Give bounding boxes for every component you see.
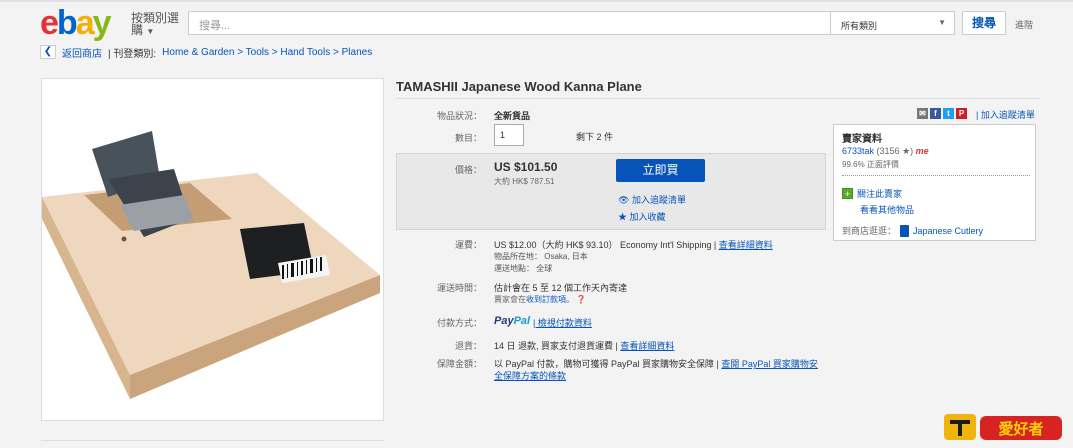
quantity-input[interactable]: 1 [494,124,524,146]
email-share-icon[interactable]: ✉ [917,108,928,119]
payment-details-link[interactable]: | 檢視付款資料 [533,316,592,329]
logo-e: e [40,4,59,42]
search-button[interactable]: 搜尋 [962,11,1006,35]
paypal-pal: Pal [513,315,531,327]
ebay-logo[interactable]: ebay [40,4,112,42]
shop-by-category-button[interactable]: 按類別選購 ▼ [131,12,179,38]
store-label: 到商店逛逛： [842,226,897,236]
delivery-note: 賣家會在收到訂款項。 ❓ [494,294,586,305]
condition-label: 物品狀況： [436,111,482,121]
guarantee-label: 保障金額： [436,359,482,369]
delivery-note-c: 。 ❓ [566,295,587,304]
add-to-watchlist-link-top[interactable]: | 加入追蹤清單 [976,108,1035,121]
shipping-text: US $12.00（大約 HK$ 93.10） Economy Int'l Sh… [494,240,717,250]
shop-by-label: 按類別選購 [131,11,180,37]
paypal-logo: PayPal [494,315,530,327]
returns-text: 14 日 退款, 買家支付退貨運費 | [494,341,618,351]
watermark-graphic: 愛好者 [944,414,1062,440]
logo-b: b [56,4,78,42]
title-divider [396,98,1040,99]
payment-received-link[interactable]: 收到訂款項 [526,295,566,304]
eye-icon: 👁 [618,195,630,205]
seller-name[interactable]: 6733tak (3156 ★) me [842,146,929,157]
search-input[interactable]: 搜尋... [188,11,831,35]
follow-label: 關注此賣家 [857,189,903,199]
seller-name-text: 6733tak [842,146,875,156]
star-icon: ★ [618,212,628,222]
feedback-count: (3156 ★) [876,146,914,156]
watermark-logo: 愛好者 [942,410,1064,444]
facebook-share-icon[interactable]: f [930,108,941,119]
dropdown-arrow-icon: ▼ [938,18,946,27]
add-to-watchlist-link[interactable]: 👁 加入追蹤清單 [618,193,686,206]
add-to-collection-link[interactable]: ★ 加入收藏 [618,210,666,223]
paypal-pay: Pay [494,315,514,327]
guarantee-text: 以 PayPal 付款，購物可獲得 PayPal 買家購物安全保障 | [494,359,719,369]
caret-down-icon: ▼ [146,27,155,36]
ships-to: 運送地點： 全球 [494,264,553,273]
payment-label: 付款方式： [436,318,482,328]
listed-in-label: | 刊登類別: [108,48,157,60]
follow-seller-link[interactable]: + 關注此賣家 [842,187,902,200]
twitter-share-icon[interactable]: t [943,108,954,119]
logo-a: a [75,4,95,42]
product-image[interactable] [41,78,384,421]
guarantee-terms-link-2[interactable]: 全保障方案的條款 [494,369,566,382]
price-label: 價格： [454,165,482,175]
category-path-link[interactable]: Home & Garden > Tools > Hand Tools > Pla… [162,47,372,58]
delivery-value: 估計會在 5 至 12 個工作天內寄達 [494,283,628,293]
store-link[interactable]: Japanese Cutlery [913,226,983,236]
header-bar: ebay 按類別選購 ▼ 搜尋... 所有類別 ▼ 搜尋 進階 [0,0,1073,40]
add-collection-label: 加入收藏 [629,212,666,222]
returns-label: 退貨： [454,341,482,351]
quantity-left: 剩下 2 件 [576,132,614,142]
shipping-value: US $12.00（大約 HK$ 93.10） Economy Int'l Sh… [494,238,773,251]
kanna-plane-image [42,131,380,399]
ebay-item-page: ebay 按類別選購 ▼ 搜尋... 所有類別 ▼ 搜尋 進階 ❮ 返回商店 | … [0,0,1073,448]
seller-info-box: 賣家資料 6733tak (3156 ★) me 99.6% 正面評價 + 關注此… [833,124,1036,241]
seller-divider [842,175,1030,176]
store-icon [900,224,910,237]
returns-details-link[interactable]: 查看詳細資料 [620,341,674,351]
guarantee-terms-link[interactable]: 查閱 PayPal 買家購物安 [721,359,818,369]
shipping-label: 運費： [454,240,482,250]
price-value: US $101.50 [494,160,558,174]
item-location: 物品所在地： Osaka, 日本 [494,252,588,261]
returns-value: 14 日 退款, 買家支付退貨運費 | 查看詳細資料 [494,339,674,352]
plus-icon: + [842,188,853,199]
buy-now-button[interactable]: 立即買 [616,159,705,182]
delivery-note-a: 賣家會在 [494,295,526,304]
quantity-label: 數目： [454,133,482,143]
shipping-details-link[interactable]: 查看詳細資料 [719,240,773,250]
see-other-items-link[interactable]: 看看其他物品 [860,203,914,216]
pinterest-share-icon[interactable]: P [956,108,967,119]
logo-y: y [92,4,112,42]
item-title: TAMASHII Japanese Wood Kanna Plane [396,79,642,94]
positive-feedback: 99.6% 正面評價 [842,160,899,169]
delivery-label: 運送時間： [436,283,482,293]
condition-value: 全新貨品 [494,111,531,121]
seller-info-title: 賣家資料 [842,134,882,145]
category-value: 所有類別 [841,21,878,31]
advanced-search-link[interactable]: 進階 [1015,18,1033,31]
watermark-text: 愛好者 [998,420,1043,438]
breadcrumb: ❮ 返回商店 | 刊登類別: Home & Garden > Tools > H… [40,44,372,60]
back-arrow-icon[interactable]: ❮ [40,45,56,59]
me-icon[interactable]: me [916,146,929,156]
back-to-store-link[interactable]: 返回商店 [62,45,102,60]
add-watch-label: 加入追蹤清單 [631,195,686,205]
price-approx: 大約 HK$ 787.51 [494,177,555,186]
image-divider [41,440,384,441]
category-select[interactable]: 所有類別 ▼ [831,11,955,35]
share-icons: ✉ f t P [917,108,967,119]
visit-store: 到商店逛逛： Japanese Cutlery [842,224,983,237]
